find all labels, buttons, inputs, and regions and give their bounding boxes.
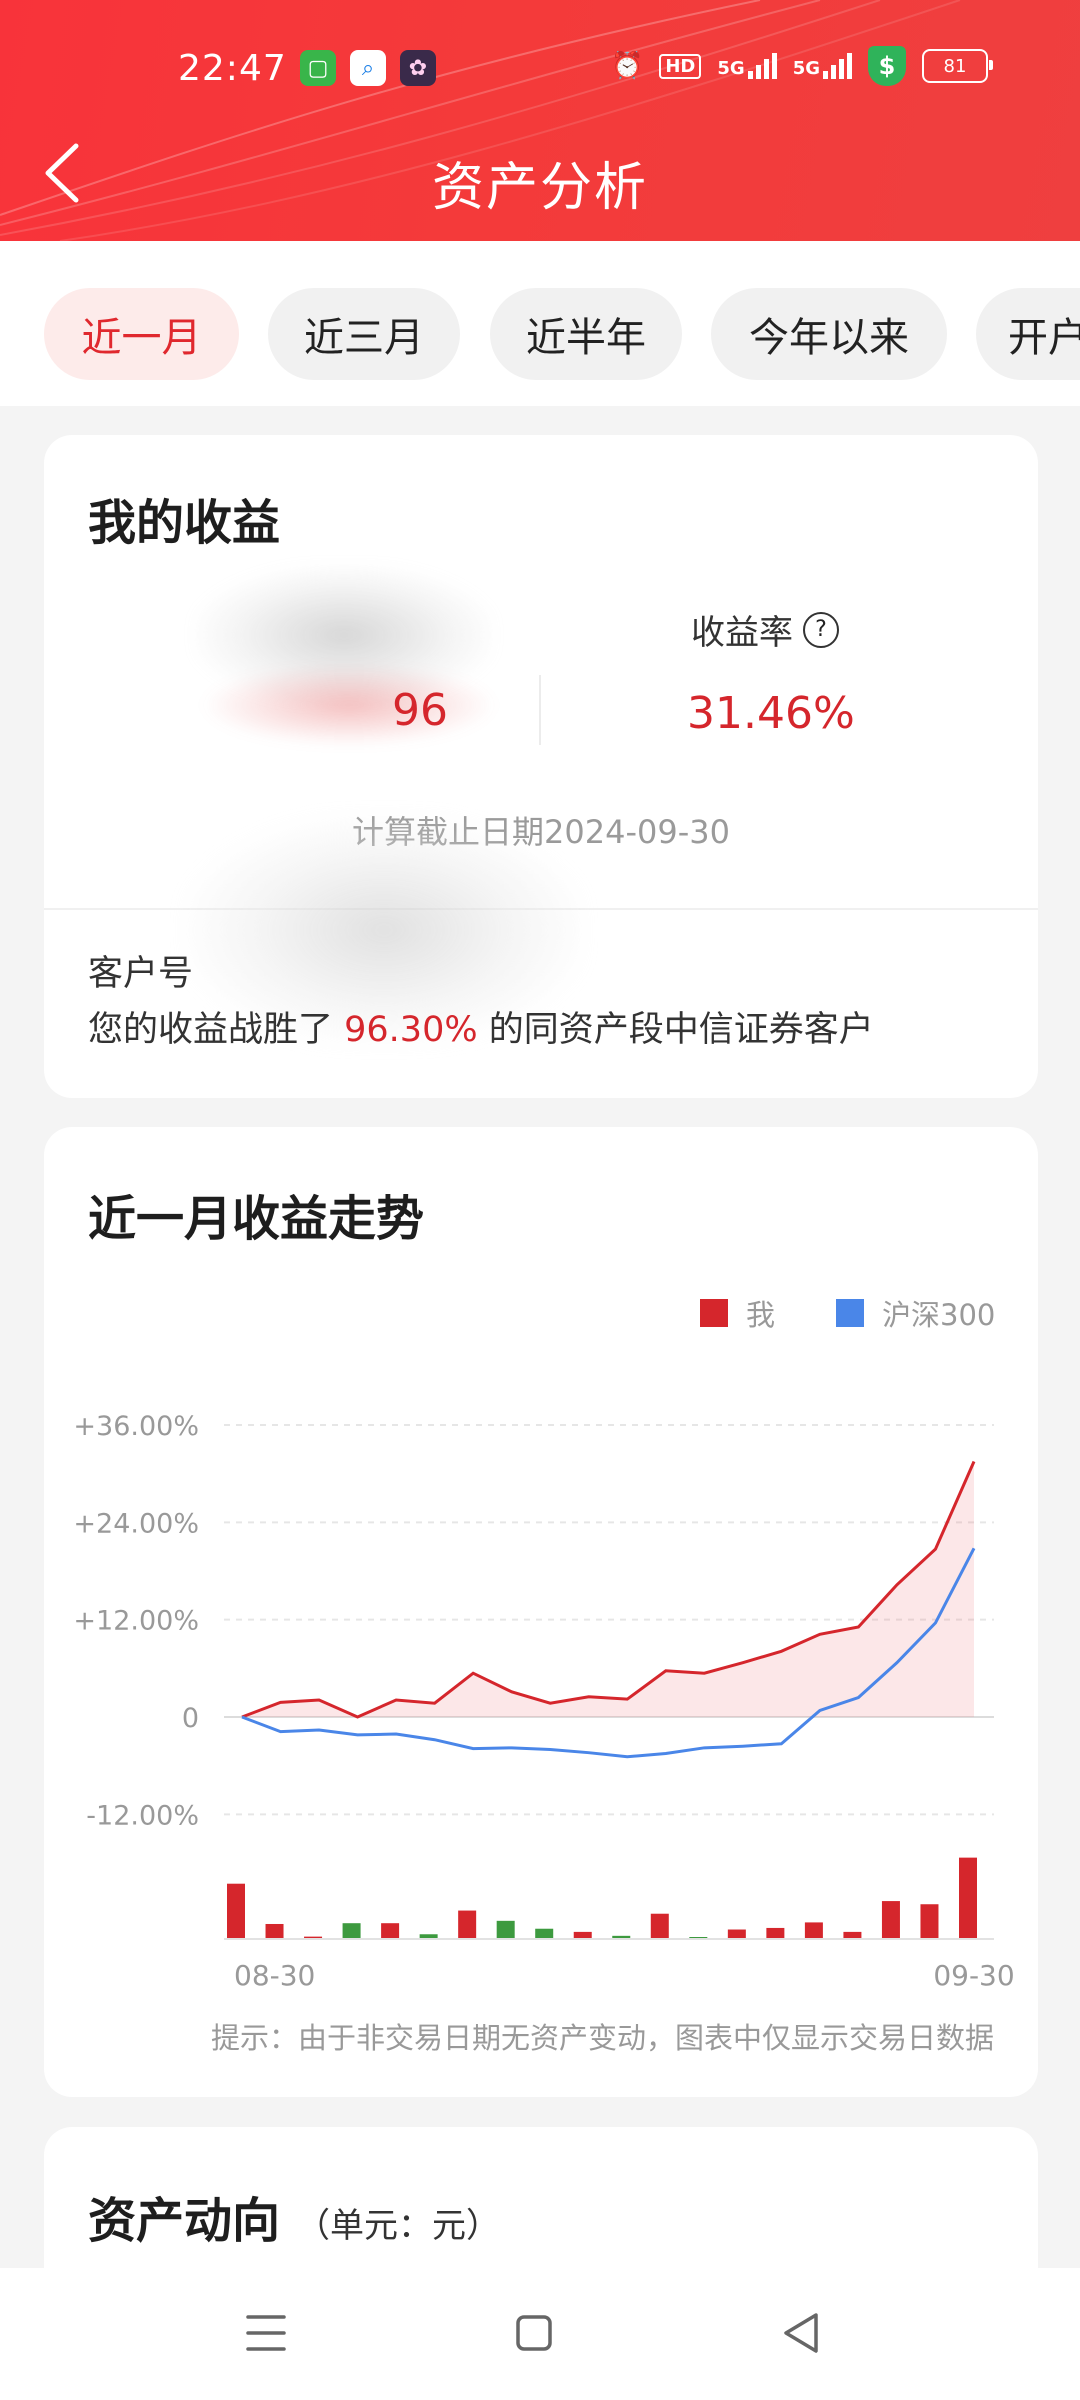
daily-bar [342,1923,361,1939]
app-header: 22:47 ▢ ⌕ ✿ ⏰ HD 5G 5G $ 81 资产分析 [0,0,1080,241]
signal-icon-1: 5G [717,53,777,79]
y-tick-label: 0 [182,1703,199,1734]
earnings-card: 我的收益 96 收益率 ? 31.46% 计算截止日期2024-09-30 客户… [44,435,1038,1098]
home-icon [516,2315,552,2351]
trend-card: 近一月收益走势 我 沪深300 +36.00% +24.00% +12.00% 0 -1… [44,1127,1038,2097]
daily-bar [843,1931,862,1939]
daily-bar [727,1929,746,1939]
rate-label-row: 收益率 ? [691,605,839,654]
daily-bar [804,1922,823,1939]
chart-hint: 提示：由于非交易日期无资产变动，图表中仅显示交易日数据 [210,2021,994,2055]
daily-bar [496,1920,515,1939]
daily-bar [920,1904,939,1939]
amount-partial: 96 [392,685,448,736]
search-app-icon: ⌕ [350,50,386,86]
tab-3-months[interactable]: 近三月 [268,288,460,380]
system-nav-bar [0,2268,1080,2400]
assets-title: 资产动向 （单元：元） [88,2193,501,2249]
game-app-icon: ✿ [400,50,436,86]
daily-bar [535,1928,554,1939]
daily-bar [227,1883,245,1939]
clock: 22:47 [178,48,287,89]
beat-percent: 96.30% [344,1010,478,1050]
tab-1-month[interactable]: 近一月 [44,288,239,380]
tab-year-to-date[interactable]: 今年以来 [711,288,947,380]
trend-chart: +36.00% +24.00% +12.00% 0 -12.00% 08-30 09-30 [73,1411,1014,1992]
alarm-icon: ⏰ [610,51,644,81]
menu-button[interactable] [236,2303,296,2363]
tab-half-year[interactable]: 近半年 [490,288,682,380]
customer-label: 客户号 [88,954,194,994]
beat-text: 您的收益战胜了 96.30% 的同资产段中信证券客户 [88,1010,874,1050]
home-button[interactable] [504,2303,564,2363]
earnings-title: 我的收益 [88,495,281,551]
stats-divider [539,675,541,745]
assets-unit: （单元：元） [296,2206,501,2246]
notification-icons: ▢ ⌕ ✿ [300,50,436,86]
y-tick-label: +12.00% [73,1606,199,1637]
page-title: 资产分析 [431,158,648,218]
rate-value: 31.46% [687,688,855,739]
help-icon[interactable]: ? [803,611,839,648]
signal-icon-2: 5G [793,53,852,79]
series-me-area [242,1461,974,1717]
redacted-amount-value [204,665,494,745]
tab-since-account-open[interactable]: 开户 [976,288,1080,380]
daily-bar [458,1910,477,1939]
triangle-back-icon [784,2313,818,2353]
daily-bar [265,1923,284,1939]
y-tick-label: +24.00% [73,1508,199,1539]
back-nav-button[interactable] [772,2303,832,2363]
hd-voice-icon: HD [659,53,702,79]
battery-icon: 81 [922,49,993,83]
x-tick-end: 09-30 [933,1959,1014,1992]
menu-icon [246,2315,286,2351]
system-icons: ⏰ HD 5G 5G $ 81 [610,46,993,86]
y-tick-label: -12.00% [86,1800,199,1831]
security-shield-icon: $ [868,46,906,86]
daily-bar [766,1927,785,1939]
period-tabs: 近一月 近三月 近半年 今年以来 开户 [0,241,1080,406]
daily-bar [381,1923,400,1939]
status-bar: 22:47 ▢ ⌕ ✿ ⏰ HD 5G 5G $ 81 [0,0,1080,140]
daily-bar [959,1857,977,1939]
daily-bar [881,1901,900,1939]
message-icon: ▢ [300,50,336,86]
x-tick-start: 08-30 [234,1959,315,1992]
daily-bar [573,1931,592,1939]
daily-bar [650,1913,669,1939]
y-tick-label: +36.00% [73,1411,199,1442]
rate-label: 收益率 [691,613,793,653]
